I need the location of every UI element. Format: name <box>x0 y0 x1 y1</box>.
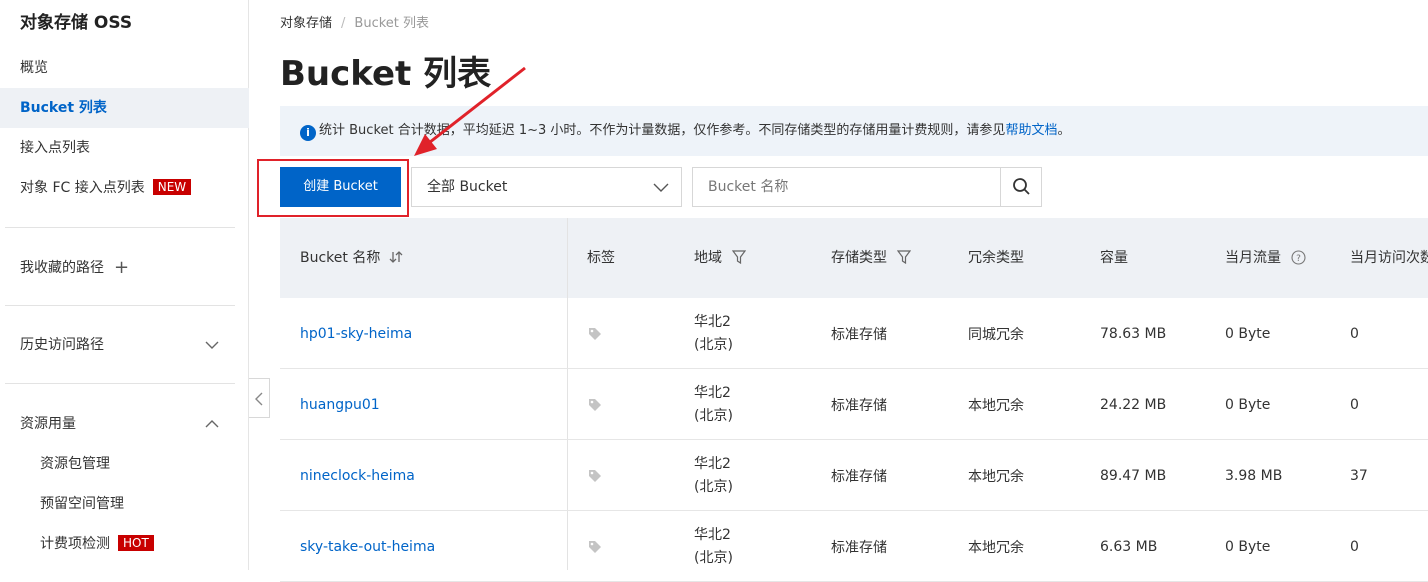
annotation-arrow-icon <box>414 66 526 156</box>
